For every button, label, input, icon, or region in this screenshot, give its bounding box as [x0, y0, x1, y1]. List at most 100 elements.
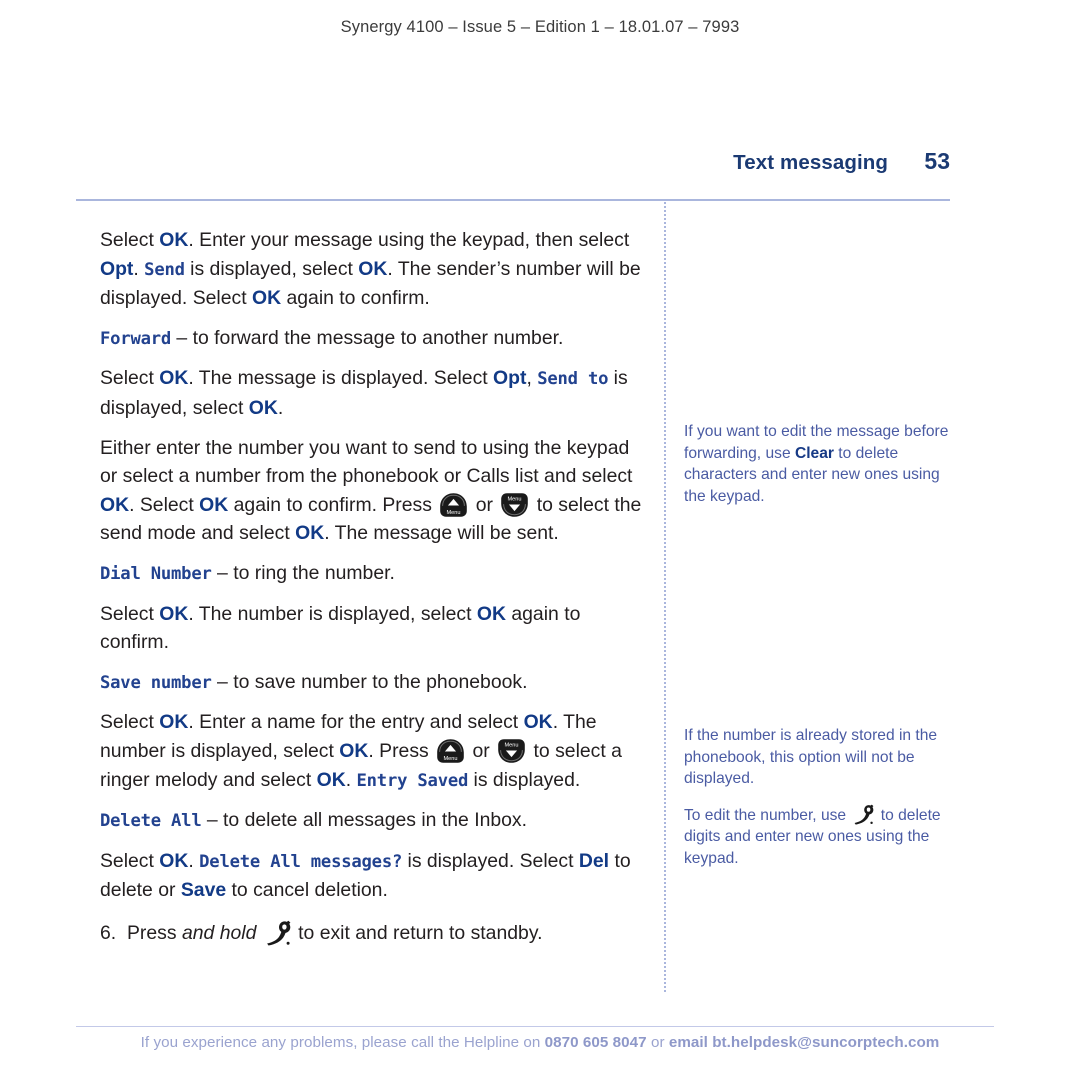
- paragraph-send-confirm: Select OK. Enter your message using the …: [100, 226, 648, 313]
- text: . Enter a name for the entry and select: [188, 711, 524, 734]
- hangup-key-icon: [852, 804, 874, 825]
- lcd-send-to: Send to: [537, 369, 609, 390]
- softkey-ok: OK: [476, 602, 506, 625]
- lcd-save-number: Save number: [100, 672, 212, 693]
- text: .: [188, 849, 200, 872]
- lcd-forward: Forward: [100, 328, 172, 349]
- menu-up-key-icon: Menu: [435, 738, 466, 764]
- softkey-clear: Clear: [794, 444, 834, 462]
- softkey-ok: OK: [251, 287, 282, 310]
- text: – to ring the number.: [211, 561, 395, 584]
- page-header: Text messaging 53: [76, 148, 950, 188]
- edition-line: Synergy 4100 – Issue 5 – Edition 1 – 18.…: [340, 18, 740, 36]
- text: – to delete all messages in the Inbox.: [201, 809, 528, 832]
- text: is displayed, select: [184, 257, 359, 280]
- text: .: [133, 257, 145, 280]
- lcd-dial-number: Dial Number: [100, 563, 212, 584]
- text: or: [467, 739, 496, 762]
- softkey-opt: Opt: [100, 257, 134, 280]
- paragraph-dial-number-option: Dial Number – to ring the number.: [100, 559, 648, 589]
- svg-text:Menu: Menu: [508, 496, 522, 502]
- text: or: [470, 493, 499, 516]
- softkey-ok: OK: [159, 229, 189, 251]
- paragraph-delete-all-option: Delete All – to delete all messages in t…: [100, 806, 648, 836]
- menu-down-key-icon: Menu: [496, 738, 527, 764]
- text: . The number is displayed, select: [188, 602, 477, 625]
- lcd-entry-saved: Entry Saved: [356, 770, 469, 791]
- emphasis-and-hold: and hold: [181, 921, 257, 944]
- text: again to confirm. Press: [228, 493, 438, 516]
- text: to cancel deletion.: [226, 879, 388, 902]
- softkey-ok: OK: [248, 396, 278, 419]
- hangup-key-icon: [264, 920, 291, 946]
- lcd-delete-all: Delete All: [100, 811, 202, 832]
- softkey-ok: OK: [159, 711, 189, 734]
- softkey-del: Del: [578, 849, 610, 872]
- text: [256, 922, 261, 944]
- paragraph-forward-steps: Select OK. The message is displayed. Sel…: [100, 364, 648, 422]
- text: Select: [100, 849, 160, 872]
- footer-rule: [76, 1026, 994, 1027]
- menu-up-key-icon: Menu: [438, 492, 469, 518]
- paragraph-save-number-option: Save number – to save number to the phon…: [100, 668, 648, 698]
- text: to exit and return to standby.: [292, 921, 543, 944]
- softkey-opt: Opt: [493, 367, 527, 390]
- softkey-ok: OK: [159, 602, 189, 625]
- text: .: [277, 396, 284, 419]
- note-spacer: [684, 226, 952, 421]
- text: To edit the number, use: [684, 806, 851, 824]
- sidebar-notes: If you want to edit the message before f…: [684, 226, 952, 883]
- text: Select: [100, 711, 160, 734]
- note-number-already-stored: If the number is already stored in the p…: [684, 725, 952, 790]
- lcd-send: Send: [144, 259, 185, 280]
- softkey-ok: OK: [100, 493, 130, 516]
- text: Select: [100, 367, 160, 390]
- note-edit-the-number: To edit the number, use to delete digits…: [684, 804, 952, 870]
- text: again to confirm.: [281, 287, 430, 310]
- text: If you experience any problems, please c…: [140, 1034, 545, 1051]
- softkey-ok: OK: [199, 493, 229, 516]
- softkey-ok: OK: [339, 739, 369, 762]
- text: – to forward the message to another numb…: [171, 326, 564, 349]
- main-column: Select OK. Enter your message using the …: [100, 226, 648, 947]
- text: ,: [526, 367, 538, 390]
- helpline-email: email bt.helpdesk@suncorptech.com: [668, 1034, 940, 1051]
- body-area: Select OK. Enter your message using the …: [0, 202, 1080, 1026]
- page-number: 53: [924, 148, 950, 174]
- softkey-save: Save: [180, 879, 227, 902]
- text: . Enter your message using the keypad, t…: [188, 229, 630, 251]
- svg-text:Menu: Menu: [505, 743, 519, 749]
- softkey-ok: OK: [523, 711, 553, 734]
- menu-down-key-icon: Menu: [499, 492, 530, 518]
- text: .: [345, 768, 357, 791]
- text: Select: [100, 229, 160, 251]
- text: is displayed.: [468, 768, 581, 791]
- text: is displayed. Select: [402, 849, 579, 872]
- text: If the number is already stored in the p…: [684, 727, 938, 787]
- softkey-ok: OK: [159, 849, 189, 872]
- chapter-title: Text messaging: [733, 151, 888, 174]
- header-rule: [76, 199, 950, 201]
- column-divider: [664, 202, 666, 992]
- text: or: [646, 1034, 669, 1051]
- text: . The message is displayed. Select: [188, 367, 494, 390]
- text: . The message will be sent.: [324, 522, 559, 545]
- text: – to save number to the phonebook.: [211, 670, 528, 693]
- paragraph-enter-number: Either enter the number you want to send…: [100, 434, 648, 548]
- svg-text:Menu: Menu: [447, 510, 461, 516]
- text: Either enter the number you want to send…: [100, 436, 633, 488]
- paragraph-delete-all-steps: Select OK. Delete All messages? is displ…: [100, 847, 648, 905]
- softkey-ok: OK: [358, 257, 388, 280]
- svg-text:Menu: Menu: [444, 756, 458, 762]
- note-edit-before-forwarding: If you want to edit the message before f…: [684, 421, 952, 507]
- helpline-phone-number: 0870 605 8047: [544, 1034, 647, 1051]
- text: . Select: [129, 493, 200, 516]
- softkey-ok: OK: [316, 768, 346, 791]
- softkey-ok: OK: [159, 367, 189, 390]
- text: . Press: [368, 739, 435, 762]
- step-6: 6. Press and hold to exit and return to s…: [100, 919, 648, 948]
- paragraph-save-number-steps: Select OK. Enter a name for the entry an…: [100, 708, 648, 795]
- paragraph-dial-number-steps: Select OK. The number is displayed, sele…: [100, 600, 648, 657]
- step-number: 6.: [100, 921, 117, 944]
- lcd-delete-all-confirm: Delete All messages?: [199, 851, 403, 872]
